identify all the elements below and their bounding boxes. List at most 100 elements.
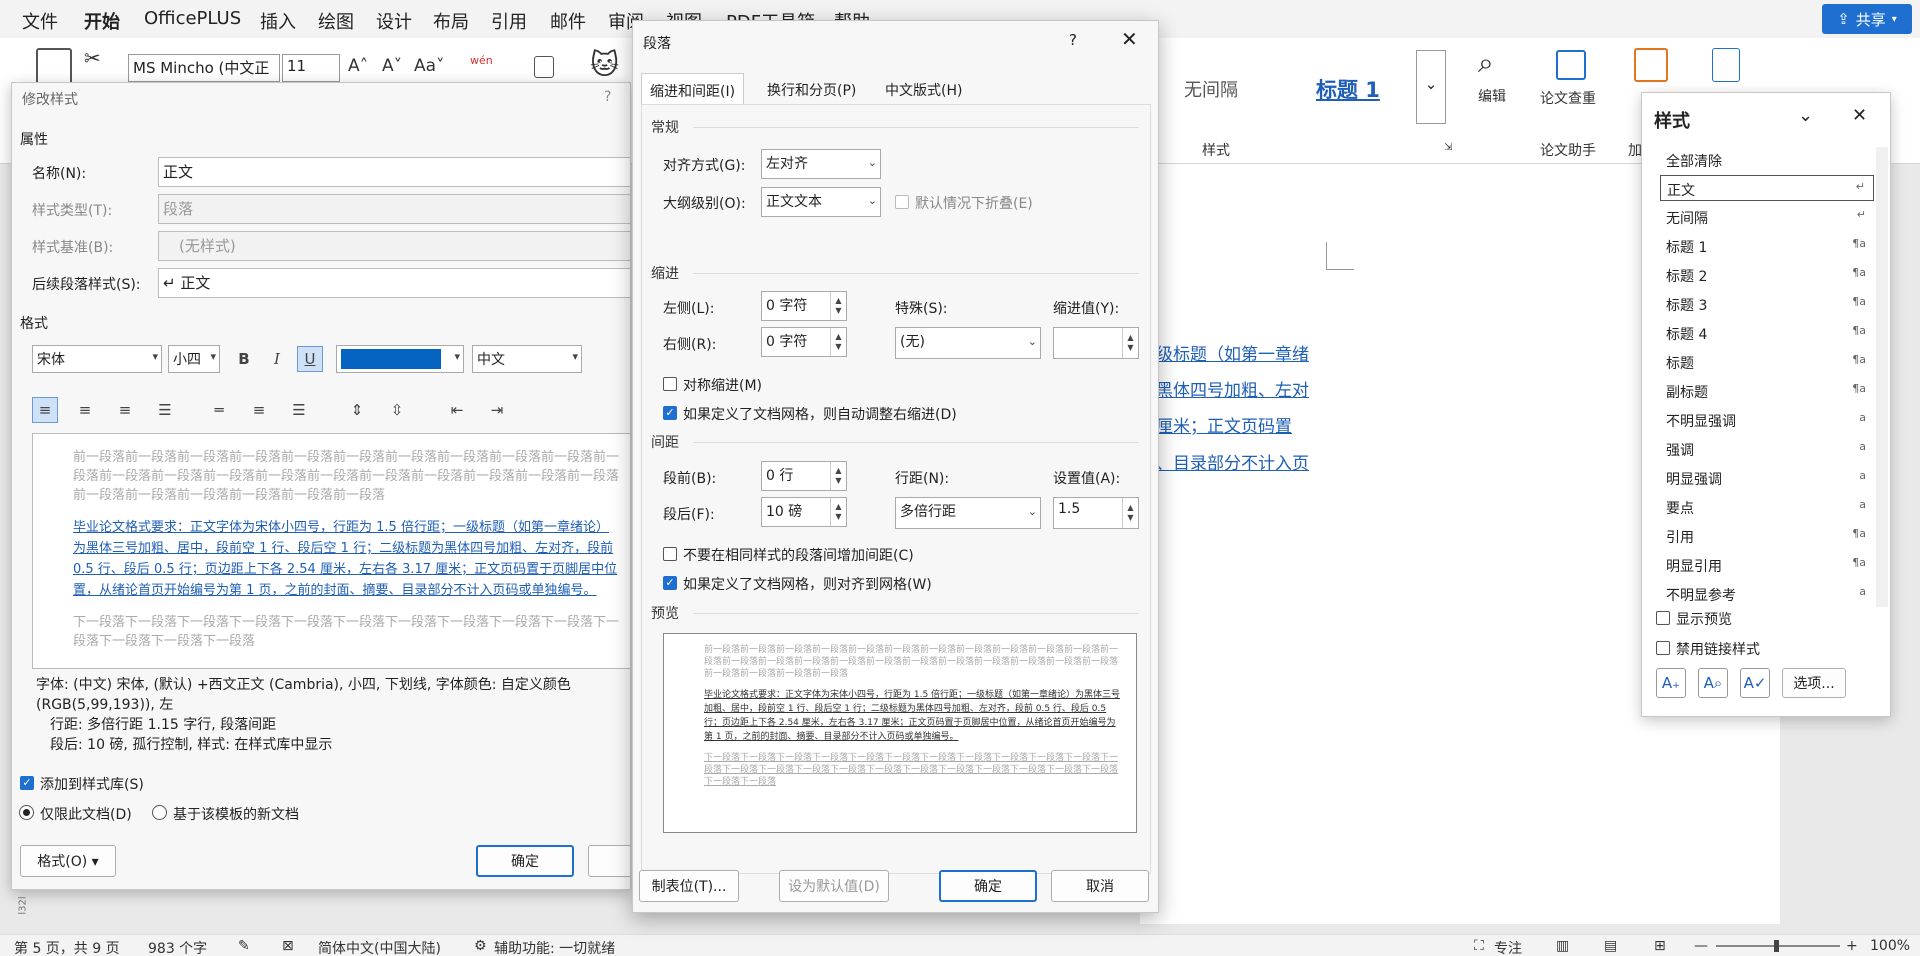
- snap-to-grid-checkbox[interactable]: ✓: [663, 576, 677, 590]
- chevron-down-icon[interactable]: ⌄: [1798, 105, 1813, 126]
- accessibility-icon[interactable]: ⚙: [474, 938, 487, 954]
- only-this-doc-radio[interactable]: [19, 805, 34, 820]
- grow-font-icon[interactable]: A˄: [348, 56, 368, 76]
- tab-line-page-breaks[interactable]: 换行和分页(P): [759, 73, 864, 105]
- menu-references[interactable]: 引用: [491, 8, 527, 34]
- space-before-spinner[interactable]: 0 行 ▲ ▼: [761, 461, 847, 491]
- format-dropdown-button[interactable]: 格式(O) ▾: [20, 845, 116, 877]
- add-to-gallery-checkbox[interactable]: ✓: [20, 776, 34, 790]
- single-spacing-icon[interactable]: ═: [206, 397, 232, 423]
- change-case-icon[interactable]: Aa˅: [414, 56, 445, 76]
- zoom-in-icon[interactable]: +: [1846, 938, 1858, 954]
- menu-mailings[interactable]: 邮件: [550, 8, 586, 34]
- no-space-same-style-checkbox[interactable]: [663, 547, 677, 561]
- addin-grid-icon[interactable]: [1634, 48, 1668, 82]
- style-item-no-spacing[interactable]: 无间隔 ↵: [1660, 204, 1874, 230]
- doc-line[interactable]: 、目录部分不计入页: [1156, 449, 1309, 474]
- word-count[interactable]: 983 个字: [148, 938, 207, 956]
- style-item-title[interactable]: 标题 ¶a: [1660, 349, 1874, 375]
- font-combo[interactable]: 宋体 ▾: [32, 345, 162, 373]
- manage-styles-icon[interactable]: A✓: [1740, 668, 1770, 698]
- style-gallery-more[interactable]: ⌄: [1416, 50, 1446, 124]
- font-name-box[interactable]: MS Mincho (中文正: [128, 54, 280, 82]
- menu-draw[interactable]: 绘图: [318, 8, 354, 34]
- alignment-combo[interactable]: 左对齐 ⌄: [761, 149, 881, 179]
- edit-button[interactable]: 编辑: [1478, 86, 1506, 106]
- mirror-indent-checkbox[interactable]: [663, 377, 677, 391]
- style-item-quote[interactable]: 引用 ¶a: [1660, 523, 1874, 549]
- thesis-check-icon[interactable]: [1556, 50, 1586, 80]
- style-item-subtle-emphasis[interactable]: 不明显强调 a: [1660, 407, 1874, 433]
- spinner-arrows-icon[interactable]: ▲ ▼: [830, 498, 846, 526]
- style-item-subtle-reference[interactable]: 不明显参考 a: [1660, 581, 1874, 607]
- menu-officeplus[interactable]: OfficePLUS: [144, 8, 241, 29]
- char-border-icon[interactable]: [534, 56, 554, 78]
- doc-line[interactable]: 黑体四号加粗、左对: [1156, 376, 1309, 401]
- style-item-intense-quote[interactable]: 明显引用 ¶a: [1660, 552, 1874, 578]
- focus-mode[interactable]: 专注: [1494, 938, 1522, 956]
- web-layout-icon[interactable]: ⊞: [1654, 938, 1666, 954]
- macro-icon[interactable]: ⊠: [282, 938, 294, 954]
- accessibility-status[interactable]: 辅助功能: 一切就绪: [494, 938, 615, 956]
- new-template-radio[interactable]: [152, 805, 167, 820]
- show-preview-checkbox[interactable]: [1656, 611, 1670, 625]
- disable-linked-checkbox[interactable]: [1656, 641, 1670, 655]
- style-item-normal[interactable]: 正文 ↵: [1660, 175, 1874, 201]
- spinner-arrows-icon[interactable]: ▲ ▼: [830, 292, 846, 320]
- menu-design[interactable]: 设计: [376, 8, 412, 34]
- name-field[interactable]: 正文: [158, 157, 630, 187]
- close-icon[interactable]: ✕: [1852, 105, 1867, 126]
- spinner-arrows-icon[interactable]: ▲ ▼: [830, 462, 846, 490]
- style-no-spacing[interactable]: 无间隔: [1184, 76, 1238, 102]
- style-item-emphasis[interactable]: 强调 a: [1660, 436, 1874, 462]
- menu-insert[interactable]: 插入: [260, 8, 296, 34]
- indent-by-spinner[interactable]: ▲ ▼: [1053, 327, 1139, 359]
- style-inspector-icon[interactable]: A⌕: [1698, 668, 1728, 698]
- set-default-button[interactable]: 设为默认值(D): [779, 870, 889, 902]
- pdf-icon[interactable]: [1712, 48, 1740, 82]
- double-spacing-icon[interactable]: ☰: [286, 397, 312, 423]
- left-indent-spinner[interactable]: 0 字符 ▲ ▼: [761, 291, 847, 321]
- proofing-icon[interactable]: ✎: [238, 938, 250, 954]
- at-spinner[interactable]: 1.5 ▲ ▼: [1053, 497, 1139, 529]
- zoom-out-icon[interactable]: —: [1694, 938, 1708, 954]
- shrink-font-icon[interactable]: A˅: [382, 56, 402, 76]
- close-icon[interactable]: ✕: [1121, 27, 1138, 51]
- help-icon[interactable]: ?: [1069, 31, 1077, 49]
- new-style-icon[interactable]: A₊: [1656, 668, 1686, 698]
- focus-icon[interactable]: ⛶: [1474, 938, 1484, 954]
- cancel-button[interactable]: 取消: [1051, 870, 1149, 902]
- menu-home[interactable]: 开始: [84, 8, 120, 34]
- style-item-strong[interactable]: 要点 a: [1660, 494, 1874, 520]
- align-left-icon[interactable]: ≡: [32, 397, 58, 423]
- style-item-clear-all[interactable]: 全部清除: [1660, 147, 1874, 173]
- right-indent-spinner[interactable]: 0 字符 ▲ ▼: [761, 327, 847, 357]
- menu-file[interactable]: 文件: [22, 8, 58, 34]
- font-size-box[interactable]: 11: [282, 54, 340, 82]
- align-right-icon[interactable]: ≡: [112, 397, 138, 423]
- thesis-check-button[interactable]: 论文查重: [1540, 88, 1596, 108]
- zoom-slider-thumb[interactable]: [1774, 940, 1779, 952]
- style-item-subtitle[interactable]: 副标题 ¶a: [1660, 378, 1874, 404]
- style-item-heading4[interactable]: 标题 4 ¶a: [1660, 320, 1874, 346]
- style-item-intense-emphasis[interactable]: 明显强调 a: [1660, 465, 1874, 491]
- outline-combo[interactable]: 正文文本 ⌄: [761, 187, 881, 217]
- italic-button[interactable]: I: [264, 346, 290, 372]
- increase-indent-icon[interactable]: ⇥: [484, 397, 510, 423]
- style-item-heading2[interactable]: 标题 2 ¶a: [1660, 262, 1874, 288]
- print-layout-icon[interactable]: ▤: [1604, 938, 1617, 954]
- tab-indents-spacing[interactable]: 缩进和间距(I): [641, 73, 745, 105]
- zoom-level[interactable]: 100%: [1870, 938, 1910, 954]
- align-center-icon[interactable]: ≡: [72, 397, 98, 423]
- ok-button[interactable]: 确定: [939, 870, 1037, 902]
- decrease-space-icon[interactable]: ⇳: [384, 397, 410, 423]
- style-item-heading1[interactable]: 标题 1 ¶a: [1660, 233, 1874, 259]
- size-combo[interactable]: 小四 ▾: [168, 345, 220, 373]
- ok-button[interactable]: 确定: [476, 845, 574, 877]
- script-combo[interactable]: 中文 ▾: [472, 345, 582, 373]
- cancel-button[interactable]: 取: [588, 845, 630, 877]
- next-style-field[interactable]: ↵ 正文: [158, 268, 630, 298]
- read-mode-icon[interactable]: ▥: [1556, 938, 1569, 954]
- increase-space-icon[interactable]: ⇕: [344, 397, 370, 423]
- line-spacing-combo[interactable]: 多倍行距 ⌄: [895, 497, 1041, 529]
